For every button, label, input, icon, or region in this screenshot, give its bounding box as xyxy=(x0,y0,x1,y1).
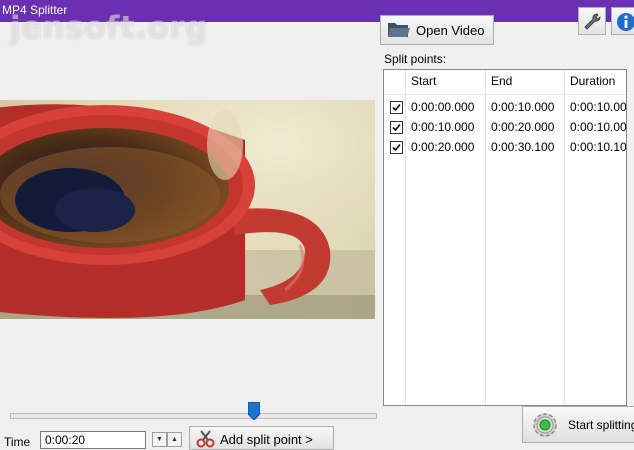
window-title: MP4 Splitter xyxy=(2,3,68,17)
checkmark-icon xyxy=(392,123,401,132)
column-header-start[interactable]: Start xyxy=(411,74,436,88)
checkmark-icon xyxy=(392,143,401,152)
folder-icon xyxy=(388,23,410,37)
list-header: Start End Duration xyxy=(384,70,626,95)
split-duration: 0:00:10.000 xyxy=(570,100,627,114)
time-input[interactable] xyxy=(40,431,146,449)
video-preview[interactable] xyxy=(0,100,375,319)
title-bar: MP4 Splitter xyxy=(0,0,634,22)
info-button[interactable] xyxy=(611,7,634,35)
seek-slider-track[interactable] xyxy=(10,413,377,419)
column-header-duration[interactable]: Duration xyxy=(570,74,615,88)
add-split-point-button[interactable]: Add split point > xyxy=(189,426,334,450)
split-points-list[interactable]: Start End Duration 0:00:00.000 0:00:10.0… xyxy=(383,69,627,406)
split-start: 0:00:20.000 xyxy=(411,140,475,154)
coffee-cup-image xyxy=(0,100,375,319)
gear-icon xyxy=(533,413,557,437)
time-spin-up-button[interactable]: ▲ xyxy=(167,432,182,447)
split-start: 0:00:10.000 xyxy=(411,120,475,134)
split-point-checkbox[interactable] xyxy=(390,121,403,134)
split-end: 0:00:10.000 xyxy=(491,100,555,114)
split-duration: 0:00:10.100 xyxy=(570,140,627,154)
wrench-icon xyxy=(584,13,601,30)
start-splitting-button[interactable]: Start splitting xyxy=(522,406,634,443)
split-duration: 0:00:10.000 xyxy=(570,120,627,134)
split-end: 0:00:20.000 xyxy=(491,120,555,134)
settings-button[interactable] xyxy=(578,7,606,35)
add-split-point-label: Add split point > xyxy=(220,432,313,447)
column-header-end[interactable]: End xyxy=(491,74,512,88)
split-point-checkbox[interactable] xyxy=(390,101,403,114)
info-icon xyxy=(617,13,634,31)
time-spin-down-button[interactable]: ▼ xyxy=(152,432,167,447)
split-start: 0:00:00.000 xyxy=(411,100,475,114)
seek-slider-thumb[interactable] xyxy=(248,402,260,420)
split-points-label: Split points: xyxy=(384,52,447,66)
split-end: 0:00:30.100 xyxy=(491,140,555,154)
list-item[interactable]: 0:00:10.000 0:00:20.000 0:00:10.000 xyxy=(384,118,626,137)
checkmark-icon xyxy=(392,103,401,112)
open-video-button[interactable]: Open Video xyxy=(380,15,494,45)
top-left-panel xyxy=(0,22,375,100)
start-splitting-label: Start splitting xyxy=(568,418,634,432)
list-item[interactable]: 0:00:20.000 0:00:30.100 0:00:10.100 xyxy=(384,138,626,157)
list-item[interactable]: 0:00:00.000 0:00:10.000 0:00:10.000 xyxy=(384,98,626,117)
split-point-checkbox[interactable] xyxy=(390,141,403,154)
open-video-label: Open Video xyxy=(416,23,485,38)
scissors-icon xyxy=(196,430,215,448)
